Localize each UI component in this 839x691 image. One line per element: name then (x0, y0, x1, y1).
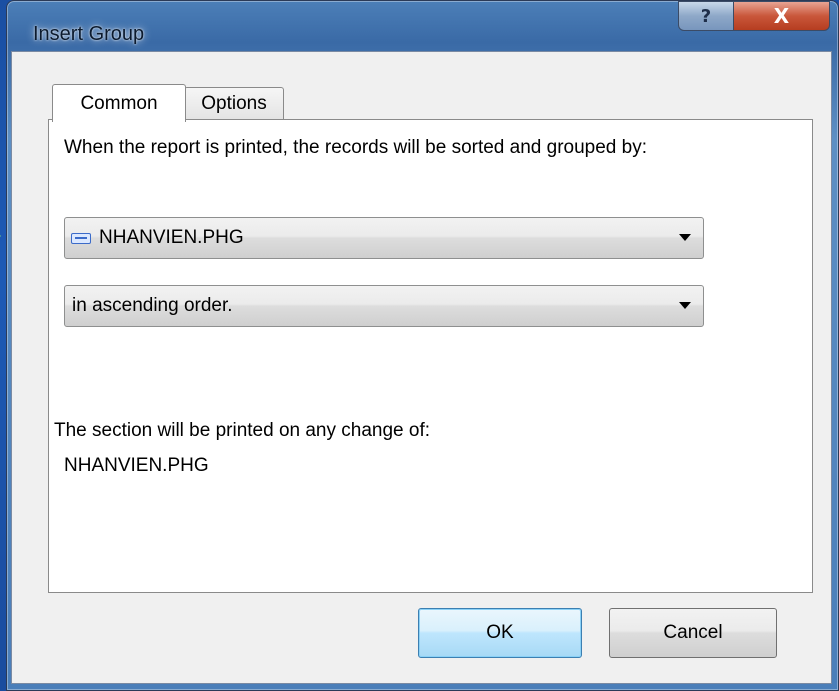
database-field-icon (71, 232, 91, 244)
chevron-down-icon (679, 302, 691, 309)
close-icon: X (773, 4, 790, 28)
tab-options-label: Options (201, 93, 267, 114)
tab-panel-common (48, 119, 813, 593)
tab-common-label: Common (80, 92, 158, 114)
insert-group-dialog: Insert Group ? X Common Options When the… (6, 0, 839, 691)
ok-button[interactable]: OK (418, 608, 582, 658)
group-field-select[interactable]: NHANVIEN.PHG (64, 217, 704, 259)
sort-description: When the report is printed, the records … (64, 137, 647, 158)
chevron-down-icon (679, 234, 691, 241)
section-change-value: NHANVIEN.PHG (64, 455, 209, 476)
sort-order-value: in ascending order. (72, 295, 233, 316)
dialog-client-area: Common Options When the report is printe… (11, 51, 832, 684)
help-icon: ? (700, 5, 712, 27)
caption-buttons: ? X (678, 1, 830, 35)
section-change-label: The section will be printed on any chang… (54, 420, 431, 441)
group-field-value: NHANVIEN.PHG (99, 227, 244, 248)
help-button[interactable]: ? (678, 1, 734, 31)
sort-order-select[interactable]: in ascending order. (64, 285, 704, 327)
tab-common[interactable]: Common (52, 84, 186, 122)
dialog-title: Insert Group (33, 23, 145, 45)
cancel-button[interactable]: Cancel (609, 608, 777, 658)
tab-options[interactable]: Options (184, 87, 284, 120)
close-button[interactable]: X (734, 1, 830, 31)
